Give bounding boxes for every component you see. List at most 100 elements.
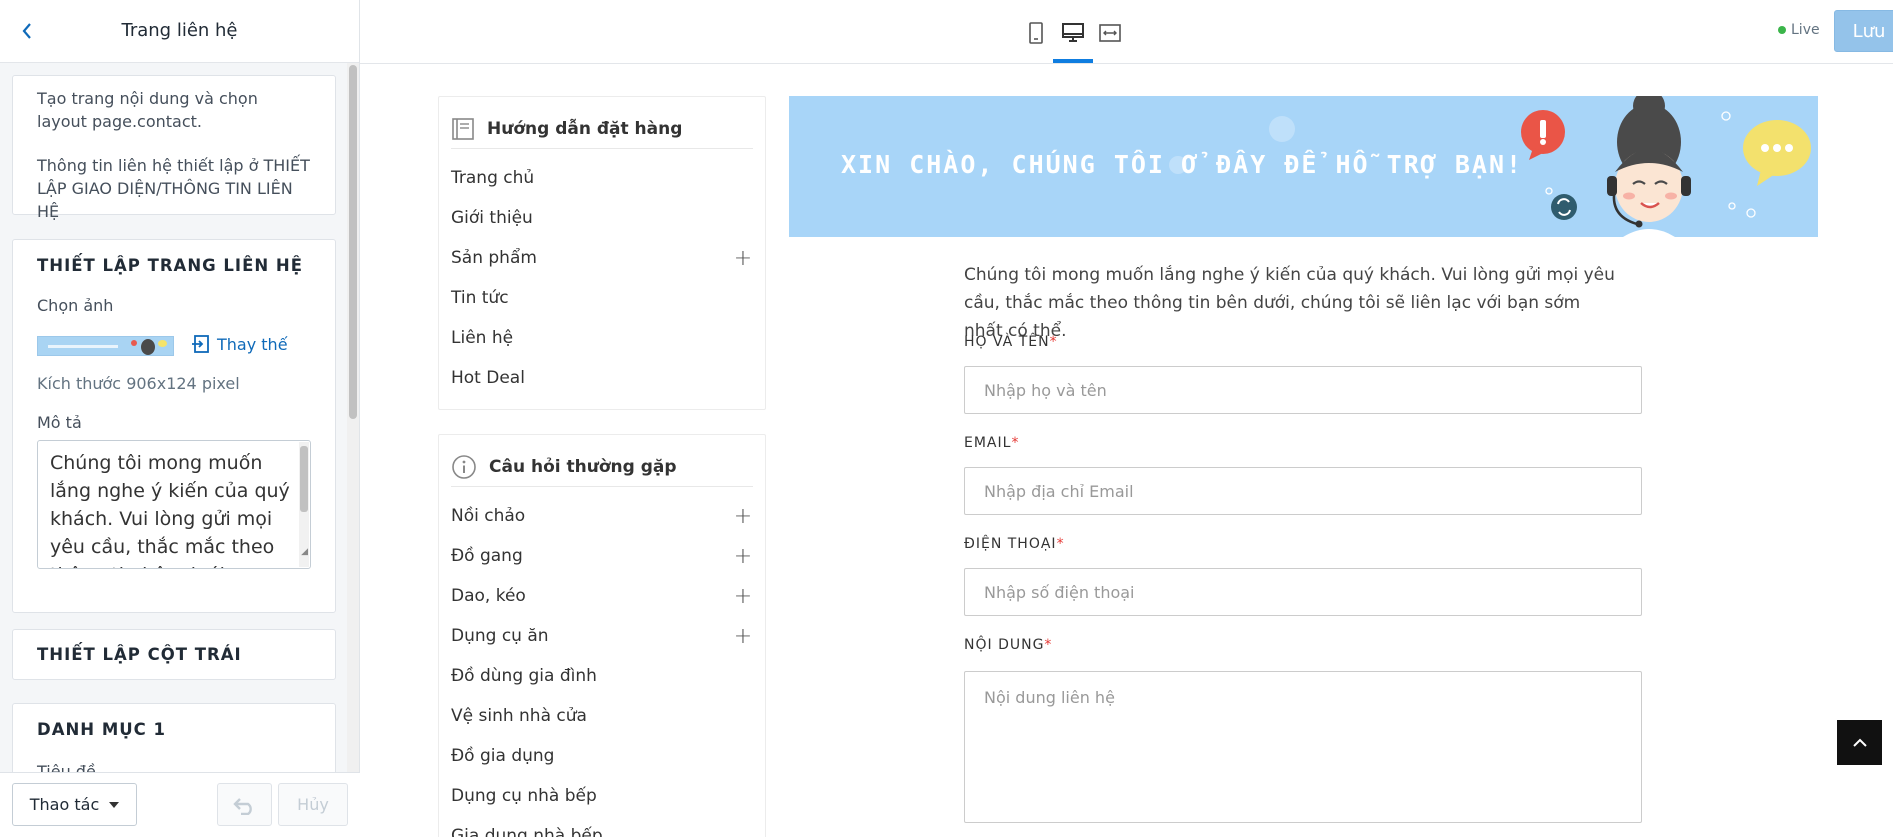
menu-item-label: Đồ gang — [451, 546, 523, 566]
menu-item-label: Đồ dùng gia đình — [451, 666, 597, 686]
form-intro: Chúng tôi mong muốn lắng nghe ý kiến của… — [964, 265, 1615, 341]
menu-item[interactable]: Vệ sinh nhà cửa — [451, 701, 753, 731]
sidebar-footer: Thao tác Hủy — [0, 772, 360, 837]
category-1-title: DANH MỤC 1 — [37, 720, 166, 739]
menu-item[interactable]: Đồ dùng gia đình — [451, 661, 753, 691]
plus-icon[interactable]: + — [733, 624, 753, 649]
menu-item-label: Hot Deal — [451, 368, 525, 388]
fullwidth-view-button[interactable] — [1095, 18, 1125, 48]
menu-item[interactable]: Dụng cụ ăn + — [451, 621, 753, 651]
menu-item[interactable]: Tin tức — [451, 283, 753, 313]
menu-item-label: Tin tức — [451, 288, 509, 308]
settings-sidebar: Trang liên hệ Tạo trang nội dung và chọn… — [0, 0, 360, 837]
plus-icon[interactable]: + — [733, 246, 753, 271]
undo-icon — [232, 797, 252, 815]
banner-text: XIN CHÀO, CHÚNG TÔI Ở ĐÂY ĐỂ HỖ TRỢ BẠN! — [841, 150, 1524, 179]
phone-label-text: ĐIỆN THOẠI — [964, 536, 1057, 552]
banner-thumbnail[interactable] — [37, 336, 174, 356]
page-preview: Hướng dẫn đặt hàng Trang chủ Giới thiệu Sả… — [362, 65, 1893, 837]
menu-item[interactable]: Gia dụng nhà bếp — [451, 821, 753, 837]
email-label-text: EMAIL — [964, 435, 1012, 451]
menu-item[interactable]: Đồ gang + — [451, 541, 753, 571]
menu-item-label: Liên hệ — [451, 328, 514, 348]
replace-icon — [192, 335, 209, 353]
mobile-icon — [1029, 22, 1043, 44]
content-label-text: NỘI DUNG — [964, 637, 1045, 653]
content-textarea[interactable]: Nội dung liên hệ — [964, 671, 1642, 823]
menu-item[interactable]: Đồ gia dụng — [451, 741, 753, 771]
menu-box-order-guide: Hướng dẫn đặt hàng Trang chủ Giới thiệu Sả… — [438, 96, 766, 410]
plus-icon[interactable]: + — [733, 504, 753, 529]
phone-placeholder: Nhập số điện thoại — [984, 582, 1135, 602]
info-card: Tạo trang nội dung và chọn layout page.c… — [12, 75, 336, 221]
image-size-note: Kích thước 906x124 pixel — [37, 374, 240, 393]
menu-item-label: Vệ sinh nhà cửa — [451, 706, 587, 726]
save-button[interactable]: Lưu — [1834, 10, 1893, 52]
actions-dropdown-button[interactable]: Thao tác — [12, 783, 137, 826]
menu-2-header: Câu hỏi thường gặp — [451, 447, 753, 487]
required-mark: * — [1049, 334, 1058, 350]
menu-item-label: Dụng cụ ăn — [451, 626, 549, 646]
active-view-indicator — [1053, 59, 1093, 63]
name-label-text: HỌ VÀ TÊN — [964, 334, 1050, 350]
category-1-card[interactable]: DANH MỤC 1 Tiêu đề — [12, 703, 336, 772]
description-label: Mô tả — [37, 413, 82, 432]
category-1-subtitle: Tiêu đề — [37, 762, 96, 772]
chevron-up-icon — [1852, 738, 1867, 747]
menu-item[interactable]: Sản phẩm + — [451, 243, 753, 273]
live-status: Live — [1778, 22, 1820, 38]
menu-item-label: Sản phẩm — [451, 248, 537, 268]
name-input[interactable]: Nhập họ và tên — [964, 366, 1642, 414]
mobile-view-button[interactable] — [1021, 18, 1051, 48]
resize-grip-icon[interactable]: ◢ — [301, 538, 308, 566]
menu-item-label: Gia dụng nhà bếp — [451, 826, 603, 837]
menu-item-label: Giới thiệu — [451, 208, 533, 228]
menu-item[interactable]: Trang chủ — [451, 163, 753, 193]
editor-topbar: Live Lưu — [360, 0, 1893, 64]
required-mark: * — [1056, 536, 1065, 552]
plus-icon[interactable]: + — [733, 584, 753, 609]
required-mark: * — [1044, 637, 1053, 653]
caret-down-icon — [109, 801, 120, 808]
info-icon — [452, 454, 476, 479]
menu-item[interactable]: Dụng cụ nhà bếp — [451, 781, 753, 811]
desktop-view-button[interactable] — [1058, 18, 1088, 48]
menu-2-title: Câu hỏi thường gặp — [489, 456, 677, 477]
menu-item-label: Trang chủ — [451, 168, 535, 188]
plus-icon[interactable]: + — [733, 544, 753, 569]
left-column-settings-card[interactable]: THIẾT LẬP CỘT TRÁI — [12, 629, 336, 680]
menu-item[interactable]: Nồi chảo + — [451, 501, 753, 531]
replace-image-button[interactable]: Thay thế — [191, 334, 288, 354]
scroll-to-top-button[interactable] — [1837, 720, 1882, 765]
sidebar-header: Trang liên hệ — [0, 0, 359, 63]
cancel-button[interactable]: Hủy — [278, 783, 348, 826]
email-input[interactable]: Nhập địa chỉ Email — [964, 467, 1642, 515]
undo-button[interactable] — [217, 783, 272, 826]
menu-item[interactable]: Dao, kéo + — [451, 581, 753, 611]
menu-1-header: Hướng dẫn đặt hàng — [451, 109, 753, 149]
menu-item[interactable]: Giới thiệu — [451, 203, 753, 233]
menu-1-title: Hướng dẫn đặt hàng — [487, 118, 683, 139]
name-label: HỌ VÀ TÊN* — [964, 334, 1058, 350]
menu-item-label: Dụng cụ nhà bếp — [451, 786, 597, 806]
name-placeholder: Nhập họ và tên — [984, 380, 1107, 400]
description-textarea[interactable]: Chúng tôi mong muốn lắng nghe ý kiến của… — [37, 440, 311, 569]
menu-item[interactable]: Hot Deal — [451, 363, 753, 393]
contact-settings-title: THIẾT LẬP TRANG LIÊN HỆ — [37, 256, 303, 275]
email-placeholder: Nhập địa chỉ Email — [984, 481, 1134, 501]
sidebar-scrollbar[interactable] — [347, 63, 359, 772]
expand-width-icon — [1099, 24, 1121, 42]
content-placeholder: Nội dung liên hệ — [984, 688, 1115, 707]
menu-item-label: Dao, kéo — [451, 586, 526, 606]
live-label: Live — [1791, 22, 1820, 38]
replace-label: Thay thế — [217, 334, 288, 354]
email-label: EMAIL* — [964, 435, 1019, 451]
left-column-title: THIẾT LẬP CỘT TRÁI — [37, 645, 242, 664]
support-agent-illustration — [1521, 96, 1811, 237]
description-value: Chúng tôi mong muốn lắng nghe ý kiến của… — [50, 452, 290, 568]
menu-item[interactable]: Liên hệ — [451, 323, 753, 353]
phone-input[interactable]: Nhập số điện thoại — [964, 568, 1642, 616]
menu-box-faq: Câu hỏi thường gặp Nồi chảo + Đồ gang + Dao,… — [438, 434, 766, 837]
phone-label: ĐIỆN THOẠI* — [964, 536, 1065, 552]
info-line-2: Thông tin liên hệ thiết lập ở THIẾT LẬP … — [37, 156, 310, 221]
